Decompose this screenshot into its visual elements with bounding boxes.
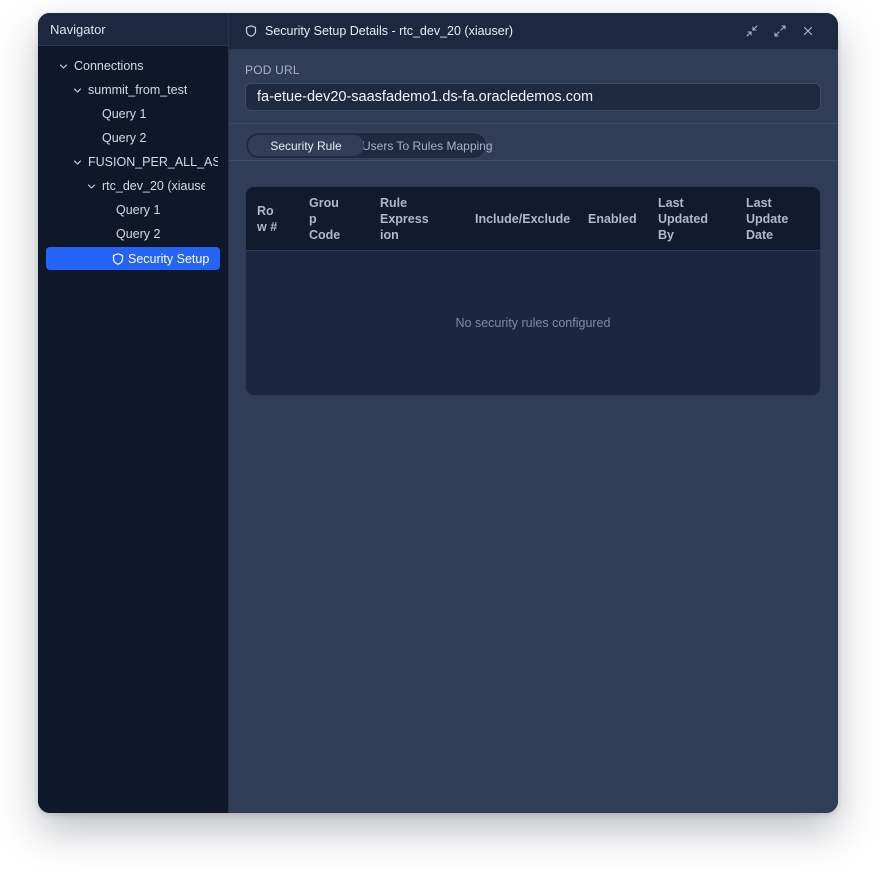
security-rules-table: Ro w # Grou p Code Rule Express ion Include/Excl… <box>245 186 821 396</box>
shield-icon <box>245 25 257 37</box>
tree-item-query-1[interactable]: Query 1 <box>46 198 220 222</box>
details-titlebar: Security Setup Details - rtc_dev_20 (xia… <box>229 13 838 50</box>
shield-icon <box>112 252 124 265</box>
column-header-line: Enabled <box>588 212 637 226</box>
tree-item-security-setup[interactable]: Security Setup <box>46 247 220 270</box>
column-header-line: Ro <box>257 204 274 218</box>
column-header-line: By <box>658 228 674 242</box>
column-header[interactable]: Enabled <box>588 211 637 227</box>
table-body: No security rules configured <box>246 251 820 395</box>
tab-security-rule[interactable]: Security Rule <box>248 135 364 156</box>
pod-url-label: POD URL <box>245 63 300 77</box>
tree-item-label: Security Setup <box>128 251 210 266</box>
column-header[interactable]: Include/Exclude <box>475 211 570 227</box>
tree-item-label: summit_from_test <box>88 83 188 97</box>
tree-item-label: Query 2 <box>102 131 147 145</box>
column-header-line: Code <box>309 228 341 242</box>
column-header-line: p <box>309 212 317 226</box>
column-header[interactable]: Grou p Code <box>309 195 340 243</box>
tree-item-rtc-dev-20-xiauser[interactable]: rtc_dev_20 (xiauser) <box>46 174 220 198</box>
column-header-line: Updated <box>658 212 708 226</box>
pod-url-section: POD URL <box>229 50 838 124</box>
column-header-line: Express <box>380 212 429 226</box>
column-header-line: ion <box>380 228 399 242</box>
empty-state-message: No security rules configured <box>455 316 611 330</box>
tree-item-label: FUSION_PER_ALL_ASSI <box>88 155 218 169</box>
navigator-title: Navigator <box>38 13 228 46</box>
chevron-down-icon[interactable] <box>56 59 70 73</box>
tree-item-connections[interactable]: Connections <box>46 54 220 78</box>
chevron-down-icon[interactable] <box>84 179 98 193</box>
table-header: Ro w # Grou p Code Rule Express ion Include/Excl… <box>246 187 820 251</box>
navigator-tree: Connections summit_from_test Query 1 Query … <box>38 46 228 270</box>
tree-item-label: Query 1 <box>102 107 147 121</box>
column-header-line: Update <box>746 212 789 226</box>
column-header[interactable]: Last Update Date <box>746 195 788 243</box>
tree-item-query-2[interactable]: Query 2 <box>46 222 220 246</box>
tree-item-fusion-per-all-assi[interactable]: FUSION_PER_ALL_ASSI <box>46 150 220 174</box>
column-header-line: Rule <box>380 196 408 210</box>
window-title: Security Setup Details - rtc_dev_20 (xia… <box>265 24 514 38</box>
column-header-line: Last <box>658 196 684 210</box>
minimize-icon[interactable] <box>738 19 766 43</box>
column-header-line: Grou <box>309 196 339 210</box>
navigator-panel: Navigator Connections summit_from_test Que… <box>38 13 229 813</box>
maximize-icon[interactable] <box>766 19 794 43</box>
column-header[interactable]: Rule Express ion <box>380 195 429 243</box>
tab-users-to-rules-mapping[interactable]: Users To Rules Mapping <box>362 135 493 156</box>
column-header-line: Include/Exclude <box>475 212 571 226</box>
tab-switcher: Users To Rules Mapping Security Rule <box>245 132 493 159</box>
pod-url-field[interactable] <box>245 83 821 111</box>
column-header-line: Last <box>746 196 772 210</box>
app-window: Navigator Connections summit_from_test Que… <box>38 13 838 813</box>
column-header-line: Date <box>746 228 774 242</box>
tree-item-label: Query 2 <box>116 227 161 241</box>
column-header[interactable]: Last Updated By <box>658 195 708 243</box>
chevron-down-icon[interactable] <box>70 155 84 169</box>
tree-item-label: Connections <box>74 59 144 73</box>
tree-item-query-2[interactable]: Query 2 <box>46 126 220 150</box>
tabs-row: Users To Rules Mapping Security Rule <box>229 124 838 161</box>
close-icon[interactable] <box>794 19 822 43</box>
details-pane: Security Setup Details - rtc_dev_20 (xia… <box>229 13 838 813</box>
tree-item-summit-from-test[interactable]: summit_from_test <box>46 78 220 102</box>
tree-item-query-1[interactable]: Query 1 <box>46 102 220 126</box>
column-header-line: w # <box>257 220 278 234</box>
chevron-down-icon[interactable] <box>70 83 84 97</box>
column-header[interactable]: Ro w # <box>257 203 277 235</box>
tree-item-label: rtc_dev_20 (xiauser) <box>102 179 205 193</box>
tree-item-label: Query 1 <box>116 203 161 217</box>
